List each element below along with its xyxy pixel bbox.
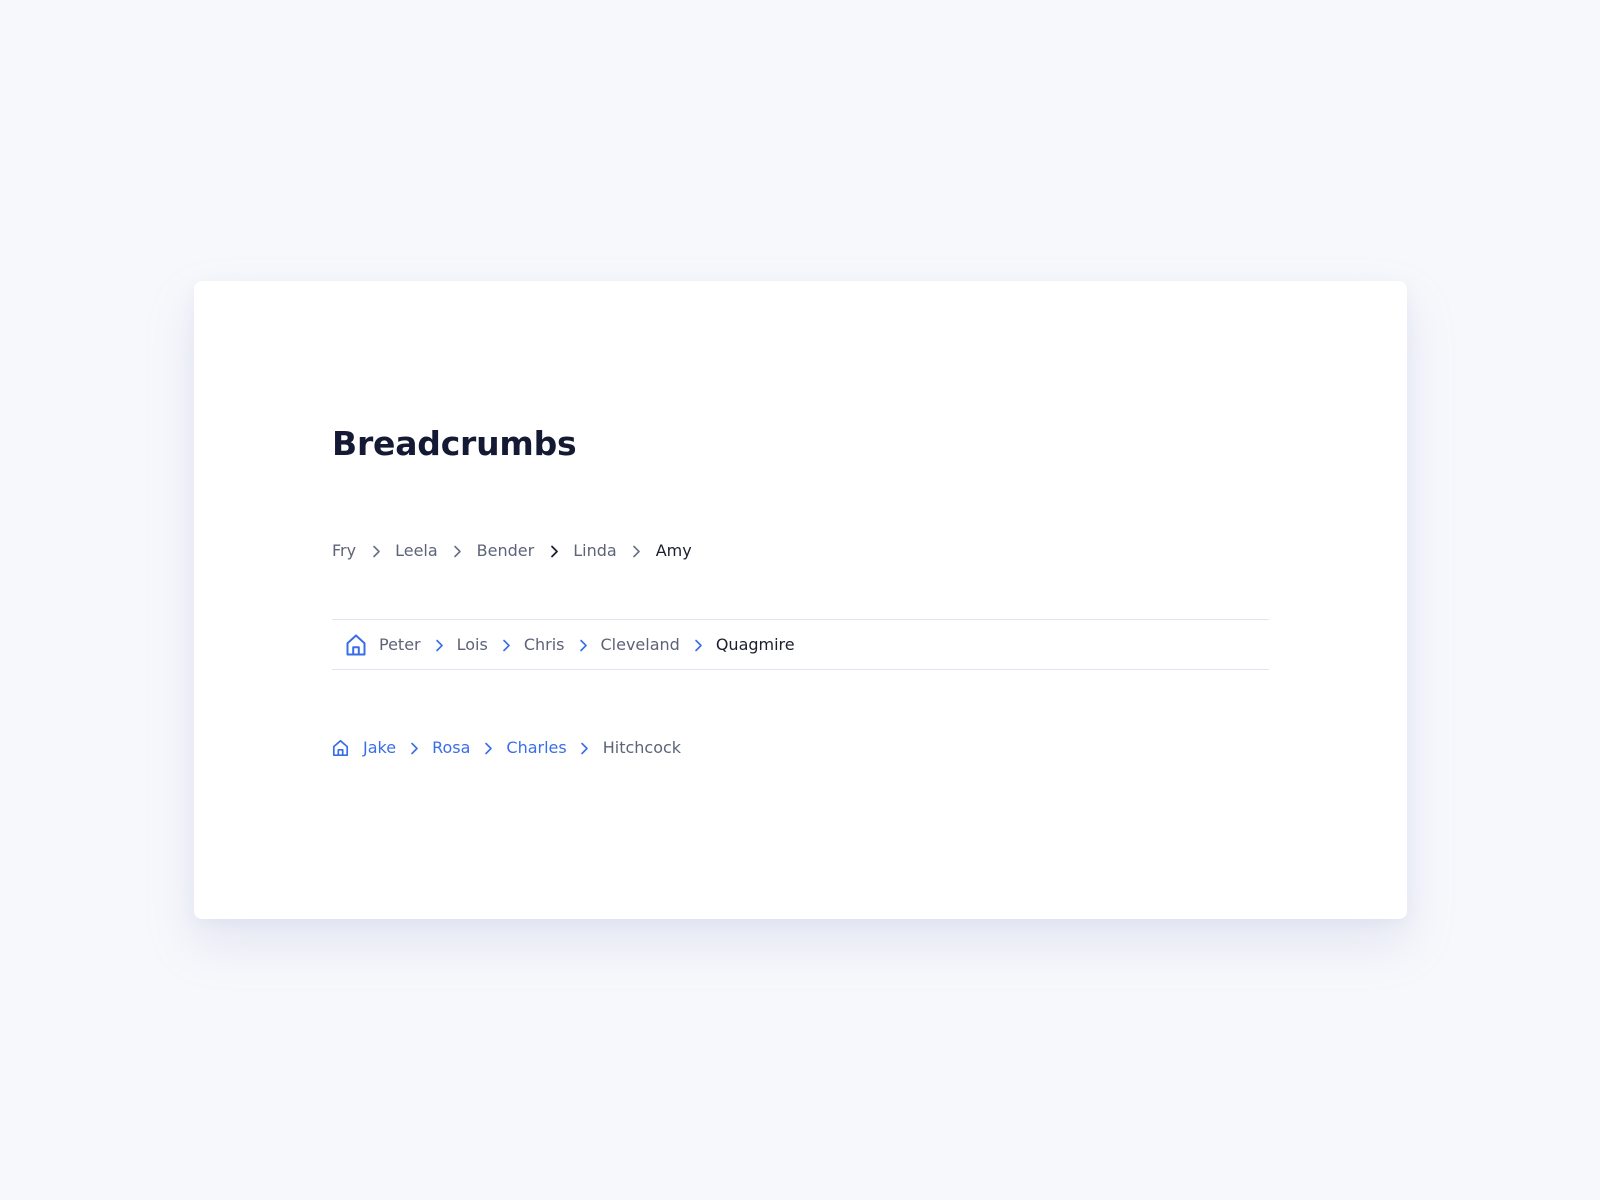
breadcrumb-link-fry[interactable]: Fry — [332, 543, 356, 559]
breadcrumb-link-cleveland[interactable]: Cleveland — [601, 637, 680, 653]
chevron-right-icon — [692, 638, 706, 652]
chevron-right-icon — [577, 638, 591, 652]
chevron-right-icon — [547, 544, 561, 558]
breadcrumb-link-charles[interactable]: Charles — [506, 740, 566, 756]
chevron-right-icon — [630, 544, 644, 558]
breadcrumb-link-lois[interactable]: Lois — [457, 637, 488, 653]
breadcrumb-accent: Jake Rosa Charles Hitchcock — [332, 739, 681, 757]
breadcrumb-bordered: Peter Lois Chris Cleveland Quagmire — [345, 633, 795, 657]
breadcrumb-link-leela[interactable]: Leela — [395, 543, 438, 559]
breadcrumb-bordered-bar: Peter Lois Chris Cleveland Quagmire — [332, 619, 1269, 670]
breadcrumb-current-amy: Amy — [655, 541, 692, 560]
chevron-right-icon — [369, 544, 383, 558]
chevron-right-icon — [481, 741, 495, 755]
breadcrumb-link-chris[interactable]: Chris — [524, 637, 565, 653]
breadcrumb-current-hitchcock: Hitchcock — [602, 738, 682, 757]
chevron-right-icon — [500, 638, 514, 652]
chevron-right-icon — [433, 638, 447, 652]
chevron-right-icon — [578, 741, 592, 755]
breadcrumb-link-linda[interactable]: Linda — [573, 543, 616, 559]
breadcrumb-simple: Fry Leela Bender Linda Amy — [332, 543, 692, 559]
breadcrumb-link-rosa[interactable]: Rosa — [432, 740, 470, 756]
breadcrumbs-card: Breadcrumbs Fry Leela Bender Linda Amy P… — [194, 281, 1407, 919]
breadcrumb-link-peter[interactable]: Peter — [379, 637, 421, 653]
page-title: Breadcrumbs — [332, 424, 577, 463]
breadcrumb-link-jake[interactable]: Jake — [363, 740, 396, 756]
home-icon[interactable] — [345, 633, 367, 657]
chevron-right-icon — [451, 544, 465, 558]
home-icon[interactable] — [332, 739, 349, 757]
breadcrumb-link-bender[interactable]: Bender — [477, 543, 535, 559]
chevron-right-icon — [407, 741, 421, 755]
breadcrumb-current-quagmire: Quagmire — [715, 635, 795, 654]
